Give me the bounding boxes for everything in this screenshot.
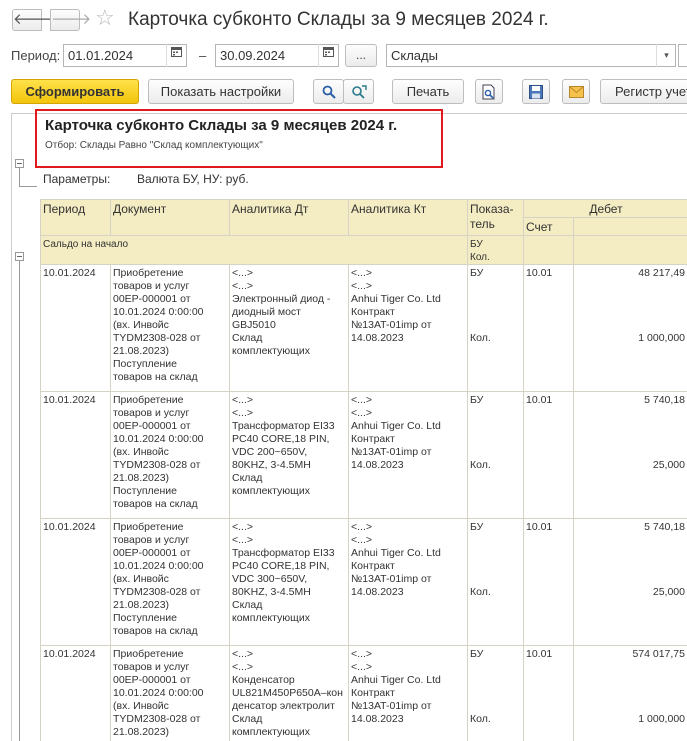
report-table: Период Документ Аналитика Дт Аналитика К… xyxy=(40,199,687,741)
search-settings-button[interactable] xyxy=(343,79,374,104)
row-analytics-kt: <...> <...> Anhui Tiger Co. Ltd Контракт… xyxy=(348,264,468,392)
row-indicator: БУ Кол. xyxy=(467,645,524,741)
header-analytics-kt: Аналитика Кт xyxy=(348,199,468,236)
period-dash: – xyxy=(199,48,207,63)
row-indicator: БУ Кол. xyxy=(467,264,524,392)
row-indicator: БУ Кол. xyxy=(467,391,524,519)
email-button[interactable] xyxy=(562,79,590,104)
preview-button[interactable] xyxy=(475,79,503,104)
header-debit: Дебет xyxy=(523,199,687,218)
row-qty: 25,000 xyxy=(652,586,685,598)
saldo-indicator: БУ Кол. xyxy=(467,235,524,265)
row-sum: 5 740,18 xyxy=(644,521,685,533)
params-label: Параметры: xyxy=(43,172,111,186)
params-line: Параметры: Валюта БУ, НУ: руб. xyxy=(43,172,249,186)
table-row[interactable]: 10.01.2024 Приобретение товаров и услуг … xyxy=(40,391,687,519)
row-analytics-dt: <...> <...> Трансформатор EI33 PC40 CORE… xyxy=(229,518,349,646)
print-preview-icon xyxy=(482,84,495,100)
generate-button[interactable]: Сформировать xyxy=(11,79,139,104)
header-indicator: Показа- тель xyxy=(467,199,524,236)
subconto-open-button[interactable] xyxy=(678,44,687,67)
row-analytics-kt: <...> <...> Anhui Tiger Co. Ltd Контракт… xyxy=(348,518,468,646)
group-line xyxy=(19,257,20,741)
row-amounts: 5 740,18 25,000 xyxy=(573,518,687,646)
collapse-header-icon[interactable] xyxy=(15,159,24,168)
search-clear-icon xyxy=(351,85,367,99)
subconto-select[interactable]: Склады xyxy=(386,44,676,67)
row-document[interactable]: Приобретение товаров и услуг 00ЕР-000001… xyxy=(110,264,230,392)
row-document[interactable]: Приобретение товаров и услуг 00ЕР-000001… xyxy=(110,518,230,646)
saldo-account xyxy=(523,235,574,265)
header-account: Счет xyxy=(523,217,574,236)
search-icon xyxy=(322,85,336,99)
forward-button[interactable]: 🡒 xyxy=(50,9,91,31)
arrow-left-icon: 🡐 xyxy=(13,11,54,28)
row-amounts: 48 217,49 1 000,000 xyxy=(573,264,687,392)
table-row[interactable]: 10.01.2024 Приобретение товаров и услуг … xyxy=(40,518,687,646)
save-icon xyxy=(529,85,543,99)
report-filter: Отбор: Склады Равно "Склад комплектующих… xyxy=(45,140,263,151)
row-amounts: 5 740,18 25,000 xyxy=(573,391,687,519)
table-row[interactable]: 10.01.2024 Приобретение товаров и услуг … xyxy=(40,264,687,392)
row-account: 10.01 xyxy=(523,645,574,741)
row-sum: 5 740,18 xyxy=(644,394,685,406)
row-date: 10.01.2024 xyxy=(40,391,111,519)
row-analytics-dt: <...> <...> Трансформатор EI33 PC40 CORE… xyxy=(229,391,349,519)
period-label: Период: xyxy=(11,48,61,63)
row-indicator: БУ Кол. xyxy=(467,518,524,646)
saldo-sum xyxy=(573,235,687,265)
table-row[interactable]: 10.01.2024 Приобретение товаров и услуг … xyxy=(40,645,687,741)
row-qty: 1 000,000 xyxy=(638,332,685,344)
window-header: 🡐 🡒 ☆ Карточка субконто Склады за 9 меся… xyxy=(0,0,687,42)
period-select-button[interactable]: ... xyxy=(345,44,377,67)
collapse-rows-icon[interactable] xyxy=(15,252,24,261)
row-date: 10.01.2024 xyxy=(40,645,111,741)
show-settings-button[interactable]: Показать настройки xyxy=(148,79,294,104)
calendar-to-icon[interactable] xyxy=(318,44,338,67)
dropdown-arrow-icon[interactable]: ▾ xyxy=(656,44,676,67)
header-period: Период xyxy=(40,199,111,236)
calendar-from-icon[interactable] xyxy=(166,44,186,67)
row-qty: 1 000,000 xyxy=(638,713,685,725)
row-analytics-kt: <...> <...> Anhui Tiger Co. Ltd Контракт… xyxy=(348,645,468,741)
window-title: Карточка субконто Склады за 9 месяцев 20… xyxy=(128,9,549,30)
search-button[interactable] xyxy=(313,79,344,104)
row-analytics-kt: <...> <...> Anhui Tiger Co. Ltd Контракт… xyxy=(348,391,468,519)
row-date: 10.01.2024 xyxy=(40,264,111,392)
row-analytics-dt: <...> <...> Электронный диод - диодный м… xyxy=(229,264,349,392)
save-button[interactable] xyxy=(522,79,550,104)
header-document: Документ xyxy=(110,199,230,236)
row-analytics-dt: <...> <...> Конденсатор UL821M450P650A–к… xyxy=(229,645,349,741)
params-value: Валюта БУ, НУ: руб. xyxy=(137,172,249,186)
group-line xyxy=(19,186,37,187)
report-title: Карточка субконто Склады за 9 месяцев 20… xyxy=(45,117,398,134)
arrow-right-icon: 🡒 xyxy=(51,11,92,28)
row-document[interactable]: Приобретение товаров и услуг 00ЕР-000001… xyxy=(110,645,230,741)
favorite-star-icon[interactable]: ☆ xyxy=(95,5,115,31)
row-account: 10.01 xyxy=(523,518,574,646)
row-account: 10.01 xyxy=(523,264,574,392)
register-button[interactable]: Регистр учет xyxy=(600,79,687,104)
header-account-sum xyxy=(573,217,687,236)
row-qty: 25,000 xyxy=(652,459,685,471)
back-button[interactable]: 🡐 xyxy=(12,9,53,31)
print-button[interactable]: Печать xyxy=(392,79,464,104)
envelope-icon xyxy=(568,86,584,98)
row-sum: 48 217,49 xyxy=(638,267,685,279)
row-amounts: 574 017,75 1 000,000 xyxy=(573,645,687,741)
header-analytics-dt: Аналитика Дт xyxy=(229,199,349,236)
row-date: 10.01.2024 xyxy=(40,518,111,646)
saldo-label: Сальдо на начало xyxy=(40,235,468,265)
row-sum: 574 017,75 xyxy=(632,648,685,660)
row-document[interactable]: Приобретение товаров и услуг 00ЕР-000001… xyxy=(110,391,230,519)
row-account: 10.01 xyxy=(523,391,574,519)
